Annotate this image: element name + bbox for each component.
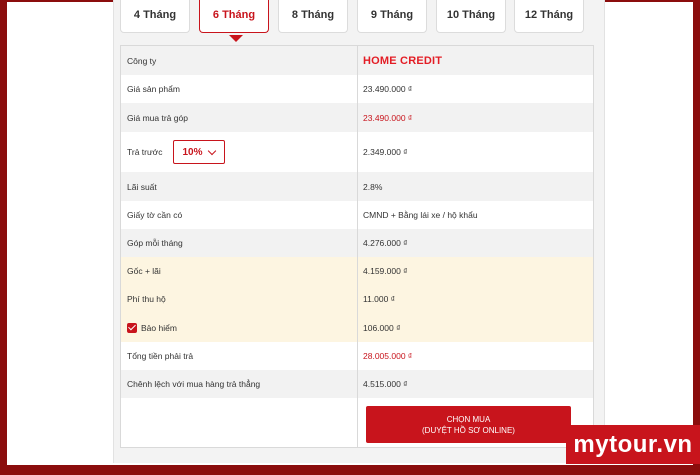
row-label: Giấy tờ cần có: [121, 201, 358, 229]
table-row-installment-price: Giá mua trả góp 23.490.000 ₫: [121, 103, 593, 132]
row-label: Phí thu hộ: [121, 285, 358, 313]
tab-10-months[interactable]: 10 Tháng: [436, 0, 506, 33]
row-value: 23.490.000 ₫: [363, 112, 413, 123]
row-label: Chênh lệch với mua hàng trả thẳng: [121, 370, 358, 398]
row-value: 4.515.000 ₫: [363, 379, 408, 389]
row-value: 4.159.000 ₫: [363, 266, 408, 276]
row-value: 11.000 ₫: [363, 294, 396, 304]
chevron-down-icon: [207, 146, 216, 155]
row-label: Giá mua trả góp: [121, 103, 358, 132]
table-row-interest: Lãi suất 2.8%: [121, 172, 593, 201]
row-label: Tổng tiền phải trả: [121, 342, 358, 370]
buy-now-label: CHỌN MUA: [446, 414, 491, 424]
row-value: 2.8%: [363, 181, 383, 192]
term-tabs: 4 Tháng 6 Tháng 8 Tháng 9 Tháng 10 Tháng…: [120, 0, 588, 34]
table-row-documents: Giấy tờ cần có CMND + Bằng lái xe / hộ k…: [121, 201, 593, 229]
tab-9-months[interactable]: 9 Tháng: [357, 0, 427, 33]
prepay-select-value: 10%: [182, 146, 203, 158]
tab-4-months[interactable]: 4 Tháng: [120, 0, 190, 33]
table-row-price: Giá sản phẩm 23.490.000 ₫: [121, 75, 593, 103]
table-row-total: Tổng tiền phải trả 28.005.000 ₫: [121, 342, 593, 370]
row-label: Gốc + lãi: [121, 257, 358, 285]
insurance-label: Bảo hiểm: [141, 322, 177, 333]
table-row-collection-fee: Phí thu hộ 11.000 ₫: [121, 285, 593, 313]
row-value: 2.349.000 ₫: [363, 147, 408, 157]
table-row-principal-interest: Gốc + lãi 4.159.000 ₫: [121, 257, 593, 285]
prepay-label: Trả trước: [127, 147, 163, 157]
row-value: 23.490.000 ₫: [363, 84, 413, 94]
row-label: Góp mỗi tháng: [121, 229, 358, 257]
frame-right: [693, 0, 700, 475]
mytour-watermark: mytour.vn: [566, 425, 700, 464]
frame-bottom: [0, 465, 700, 475]
table-row-company: Công ty HOME CREDIT: [121, 46, 593, 75]
table-row-cta: CHỌN MUA (DUYỆT HỒ SƠ ONLINE): [121, 398, 593, 447]
buy-now-sublabel: (DUYỆT HỒ SƠ ONLINE): [422, 425, 515, 435]
row-label: Lãi suất: [121, 172, 358, 201]
table-row-insurance: Bảo hiểm 106.000 ₫: [121, 313, 593, 342]
row-label: Giá sản phẩm: [121, 75, 358, 103]
row-label-empty: [121, 398, 358, 447]
tab-6-months[interactable]: 6 Tháng: [199, 0, 269, 33]
row-value: 4.276.000 ₫: [363, 238, 408, 248]
active-tab-indicator: [229, 35, 243, 42]
buy-now-button[interactable]: CHỌN MUA (DUYỆT HỒ SƠ ONLINE): [366, 406, 571, 443]
row-label-prepay: Trả trước 10%: [121, 132, 358, 172]
row-value: 28.005.000 ₫: [363, 351, 413, 361]
table-row-prepay: Trả trước 10% 2.349.000 ₫: [121, 132, 593, 172]
insurance-checkbox[interactable]: [127, 322, 137, 333]
row-label-insurance: Bảo hiểm: [121, 313, 358, 342]
row-value: 106.000 ₫: [363, 322, 401, 333]
frame-left: [0, 0, 7, 475]
home-credit-logo: HOME CREDIT: [363, 54, 443, 67]
tab-12-months[interactable]: 12 Tháng: [514, 0, 584, 33]
tab-8-months[interactable]: 8 Tháng: [278, 0, 348, 33]
row-value: CMND + Bằng lái xe / hộ khẩu: [363, 210, 478, 220]
installment-table: Công ty HOME CREDIT Giá sản phẩm 23.490.…: [120, 45, 594, 448]
table-row-monthly: Góp mỗi tháng 4.276.000 ₫: [121, 229, 593, 257]
row-value: HOME CREDIT: [358, 46, 593, 75]
check-icon: [128, 322, 136, 331]
row-label: Công ty: [121, 46, 358, 75]
table-row-difference: Chênh lệch với mua hàng trả thẳng 4.515.…: [121, 370, 593, 398]
prepay-percent-select[interactable]: 10%: [172, 140, 225, 164]
